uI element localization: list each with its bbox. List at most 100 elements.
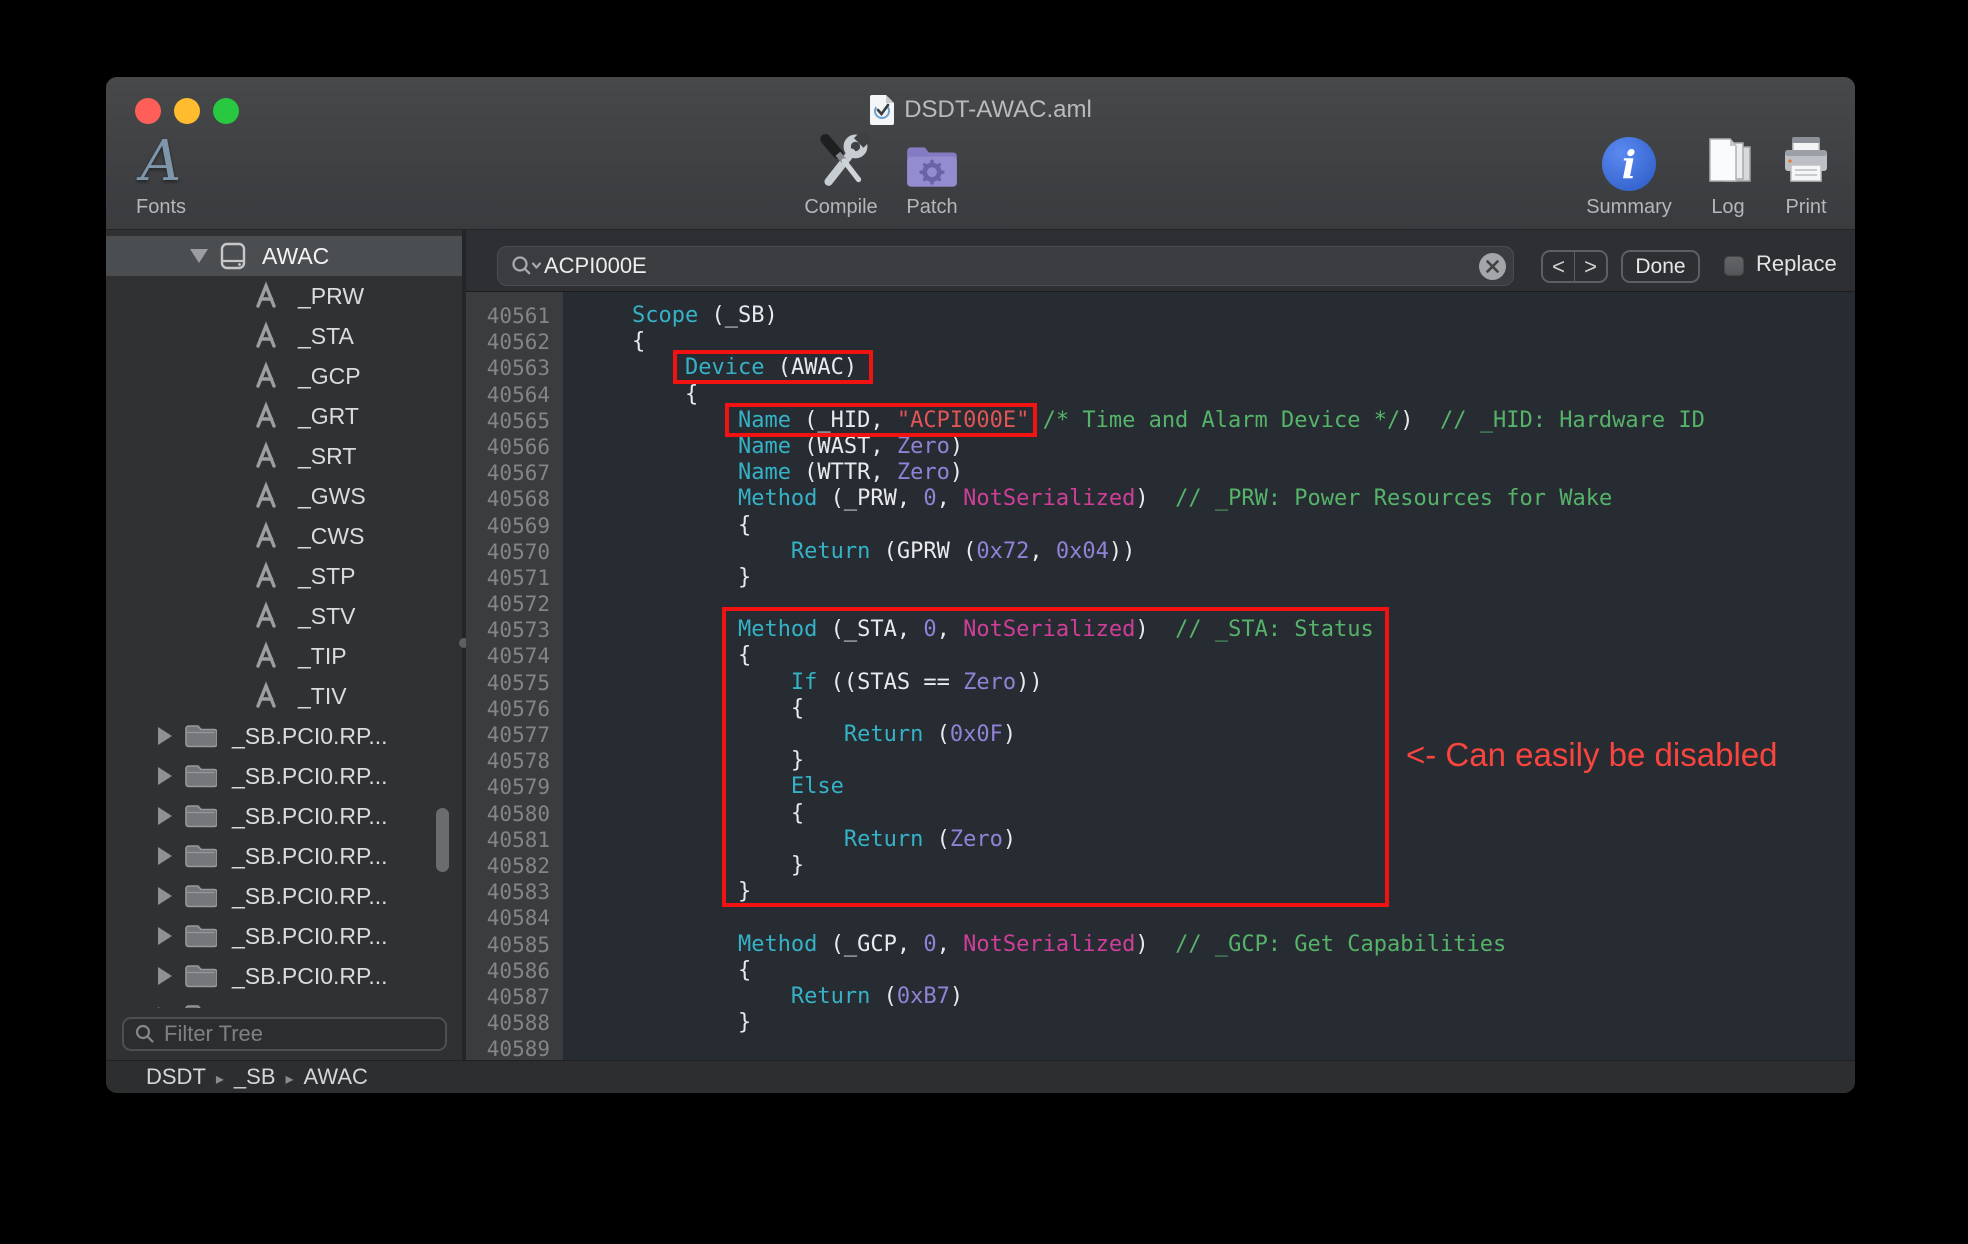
tree-item-method-_gws[interactable]: _GWS (106, 476, 462, 516)
clear-search-icon[interactable] (1479, 253, 1506, 280)
tree-item-folder[interactable]: _SB.PCI0.RP... (106, 956, 462, 996)
disclosure-closed-icon[interactable] (158, 1007, 172, 1008)
code-line-40585[interactable]: 40585 Method (_GCP, 0, NotSerialized) //… (466, 932, 1855, 958)
code-line-40588[interactable]: 40588 } (466, 1010, 1855, 1036)
tree-item-label: _SB.PCI0.RP... (232, 763, 388, 790)
code-line-40569[interactable]: 40569 { (466, 513, 1855, 539)
folder-icon (183, 722, 217, 750)
done-button[interactable]: Done (1621, 250, 1700, 283)
print-toolbar-button[interactable]: Print (1746, 129, 1855, 219)
code-line-40564[interactable]: 40564 { (466, 382, 1855, 408)
tree-item-folder[interactable]: _SB.PCI0.RP... (106, 836, 462, 876)
tree-item-label: _SRT (298, 443, 356, 470)
code-text: Method (_GCP, 0, NotSerialized) // _GCP:… (579, 932, 1506, 958)
disclosure-open-icon[interactable] (190, 249, 208, 263)
tree-item-method-_tiv[interactable]: _TIV (106, 676, 462, 716)
code-line-40589[interactable]: 40589 (466, 1036, 1855, 1060)
method-icon (250, 320, 282, 352)
folder-icon (183, 882, 217, 910)
line-number: 40588 (466, 1010, 550, 1036)
tree-item-label: _SB.PCI0.RP... (232, 883, 388, 910)
tree-item-awac-root[interactable]: AWAC (106, 236, 462, 276)
tree-item-folder[interactable]: _SB.PCI0.RP... (106, 756, 462, 796)
code-line-40587[interactable]: 40587 Return (0xB7) (466, 984, 1855, 1010)
tree-item-folder[interactable]: _SB.PCI0.RP (106, 996, 462, 1008)
disclosure-closed-icon[interactable] (158, 927, 172, 945)
replace-checkbox[interactable] (1724, 256, 1744, 276)
breadcrumb-item-awac[interactable]: AWAC (304, 1064, 368, 1089)
tree-item-method-_stp[interactable]: _STP (106, 556, 462, 596)
code-line-40568[interactable]: 40568 Method (_PRW, 0, NotSerialized) //… (466, 486, 1855, 512)
disclosure-closed-icon[interactable] (158, 807, 172, 825)
filter-tree-input[interactable]: Filter Tree (122, 1017, 447, 1051)
find-next-button[interactable]: > (1575, 252, 1606, 281)
fonts-label: Fonts (106, 196, 216, 219)
disclosure-closed-icon[interactable] (158, 767, 172, 785)
line-number: 40589 (466, 1036, 550, 1060)
tree-item-folder[interactable]: _SB.PCI0.RP... (106, 876, 462, 916)
tree-item-label: _SB.PCI0.RP (232, 1003, 371, 1009)
tree-item-method-_srt[interactable]: _SRT (106, 436, 462, 476)
code-line-40567[interactable]: 40567 Name (WTTR, Zero) (466, 460, 1855, 486)
annotation-box-hid (725, 403, 1037, 437)
code-line-40566[interactable]: 40566 Name (WAST, Zero) (466, 434, 1855, 460)
code-text: Name (WTTR, Zero) (579, 460, 963, 486)
code-line-40570[interactable]: 40570 Return (GPRW (0x72, 0x04)) (466, 539, 1855, 565)
breadcrumb-item-_sb[interactable]: _SB (234, 1064, 276, 1089)
document-icon (869, 94, 895, 126)
tree-item-folder[interactable]: _SB.PCI0.RP... (106, 716, 462, 756)
tree-item-folder[interactable]: _SB.PCI0.RP... (106, 916, 462, 956)
line-number: 40561 (466, 303, 550, 329)
disclosure-closed-icon[interactable] (158, 727, 172, 745)
disclosure-closed-icon[interactable] (158, 967, 172, 985)
window-title: DSDT-AWAC.aml (904, 96, 1092, 124)
code-text: Scope (_SB) (579, 303, 778, 329)
method-icon (250, 280, 282, 312)
breadcrumb-item-dsdt[interactable]: DSDT (146, 1064, 206, 1089)
patch-toolbar-button[interactable]: Patch (872, 129, 992, 219)
folder-icon (183, 922, 217, 950)
folder-icon (183, 1002, 217, 1008)
code-editor[interactable]: 40561 Scope (_SB)40562 {40563 Device (AW… (466, 292, 1855, 1060)
tree-item-method-_gcp[interactable]: _GCP (106, 356, 462, 396)
code-text: { (579, 329, 645, 355)
annotation-text: <- Can easily be disabled (1406, 736, 1777, 774)
code-line-40565[interactable]: 40565 Name (_HID, "ACPI000E" /* Time and… (466, 408, 1855, 434)
tree-item-method-_cws[interactable]: _CWS (106, 516, 462, 556)
search-menu-icon[interactable] (510, 254, 542, 278)
disclosure-closed-icon[interactable] (158, 847, 172, 865)
code-line-40561[interactable]: 40561 Scope (_SB) (466, 303, 1855, 329)
breadcrumb-separator-icon: ▸ (276, 1071, 304, 1088)
code-line-40571[interactable]: 40571 } (466, 565, 1855, 591)
disclosure-closed-icon[interactable] (158, 887, 172, 905)
line-number: 40585 (466, 932, 550, 958)
find-previous-button[interactable]: < (1543, 252, 1575, 281)
line-number: 40566 (466, 434, 550, 460)
window-title-area: DSDT-AWAC.aml (106, 93, 1855, 127)
find-prev-next-control: < > (1541, 250, 1608, 283)
fonts-toolbar-button[interactable]: A Fonts (106, 129, 216, 219)
tree-item-method-_sta[interactable]: _STA (106, 316, 462, 356)
line-number: 40578 (466, 748, 550, 774)
code-text: } (579, 565, 751, 591)
tree-item-folder[interactable]: _SB.PCI0.RP... (106, 796, 462, 836)
folder-icon (183, 842, 217, 870)
tree-item-method-_stv[interactable]: _STV (106, 596, 462, 636)
search-input[interactable]: ACPI000E (497, 246, 1514, 286)
line-number: 40565 (466, 408, 550, 434)
tree-item-label: _CWS (298, 523, 364, 550)
method-icon (250, 440, 282, 472)
line-number: 40574 (466, 643, 550, 669)
code-line-40584[interactable]: 40584 (466, 905, 1855, 931)
patch-label: Patch (872, 196, 992, 219)
find-bar: ACPI000E < > Done Replace (466, 230, 1855, 292)
code-text: { (579, 382, 698, 408)
code-line-40586[interactable]: 40586 { (466, 958, 1855, 984)
tree-item-method-_prw[interactable]: _PRW (106, 276, 462, 316)
sidebar-scrollbar-thumb[interactable] (436, 808, 449, 872)
line-number: 40569 (466, 513, 550, 539)
replace-label: Replace (1756, 251, 1837, 277)
tree-item-method-_grt[interactable]: _GRT (106, 396, 462, 436)
annotation-box-sta-method (722, 607, 1389, 907)
tree-item-method-_tip[interactable]: _TIP (106, 636, 462, 676)
